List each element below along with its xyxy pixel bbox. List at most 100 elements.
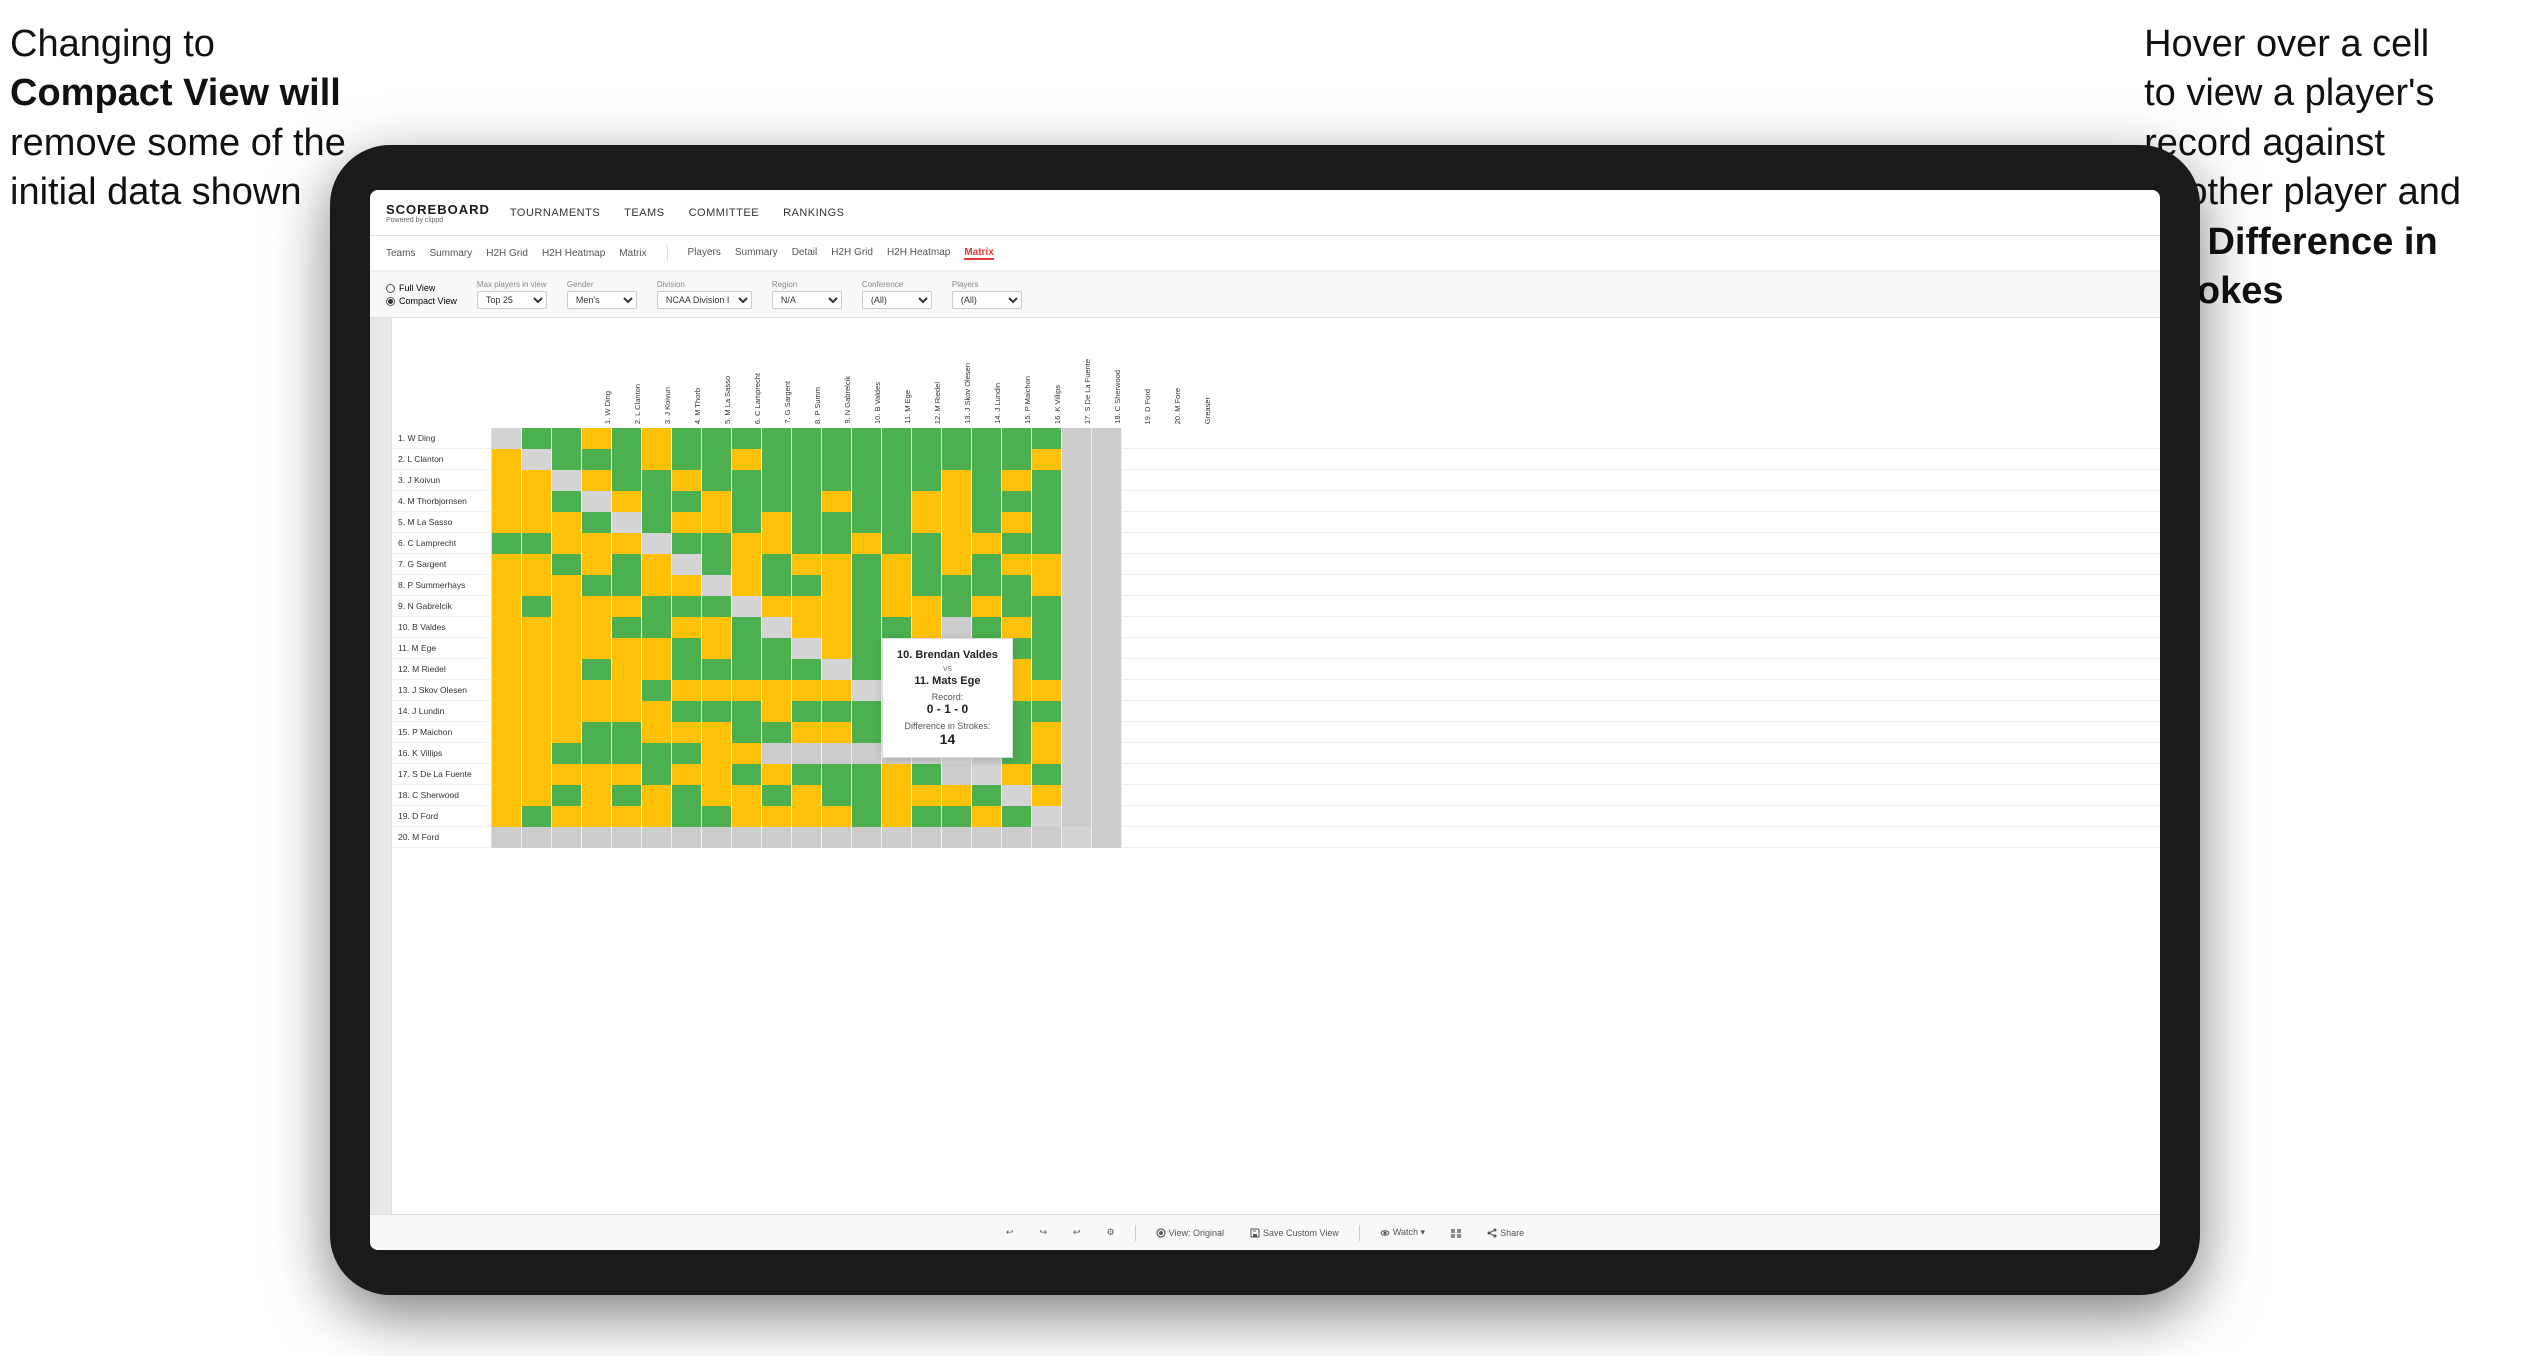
grid-cell[interactable] bbox=[912, 533, 942, 554]
grid-cell[interactable] bbox=[882, 827, 912, 848]
grid-cell[interactable] bbox=[852, 722, 882, 743]
grid-cell[interactable] bbox=[852, 638, 882, 659]
grid-cell[interactable] bbox=[672, 617, 702, 638]
grid-cell[interactable] bbox=[942, 512, 972, 533]
grid-cell[interactable] bbox=[942, 428, 972, 449]
grid-cell[interactable] bbox=[1032, 428, 1062, 449]
grid-cell[interactable] bbox=[582, 491, 612, 512]
grid-cell[interactable] bbox=[582, 449, 612, 470]
redo-right-button[interactable]: ↩ bbox=[1067, 1224, 1087, 1241]
grid-cell[interactable] bbox=[882, 764, 912, 785]
grid-cell[interactable] bbox=[792, 680, 822, 701]
grid-cell[interactable] bbox=[582, 638, 612, 659]
grid-cell[interactable] bbox=[912, 575, 942, 596]
tab-h2h-heatmap2[interactable]: H2H Heatmap bbox=[887, 247, 950, 258]
grid-cell[interactable] bbox=[492, 701, 522, 722]
grid-cell[interactable] bbox=[642, 764, 672, 785]
grid-cell[interactable] bbox=[492, 638, 522, 659]
full-view-radio[interactable]: Full View bbox=[386, 283, 457, 293]
grid-cell[interactable] bbox=[972, 596, 1002, 617]
grid-cell[interactable] bbox=[582, 743, 612, 764]
grid-cell[interactable] bbox=[522, 428, 552, 449]
nav-rankings[interactable]: RANKINGS bbox=[783, 207, 844, 219]
grid-cell[interactable] bbox=[732, 512, 762, 533]
grid-cell[interactable] bbox=[672, 428, 702, 449]
grid-cell[interactable] bbox=[702, 575, 732, 596]
grid-cell[interactable] bbox=[672, 470, 702, 491]
grid-cell[interactable] bbox=[612, 722, 642, 743]
grid-cell[interactable] bbox=[1062, 680, 1092, 701]
grid-cell[interactable] bbox=[942, 764, 972, 785]
grid-cell[interactable] bbox=[612, 428, 642, 449]
grid-cell[interactable] bbox=[612, 785, 642, 806]
grid-cell[interactable] bbox=[1062, 428, 1092, 449]
grid-cell[interactable] bbox=[762, 533, 792, 554]
grid-cell[interactable] bbox=[672, 533, 702, 554]
grid-cell[interactable] bbox=[492, 617, 522, 638]
grid-cell[interactable] bbox=[642, 827, 672, 848]
grid-cell[interactable] bbox=[762, 743, 792, 764]
grid-cell[interactable] bbox=[972, 806, 1002, 827]
grid-cell[interactable] bbox=[852, 512, 882, 533]
grid-cell[interactable] bbox=[912, 428, 942, 449]
grid-cell[interactable] bbox=[612, 596, 642, 617]
grid-cell[interactable] bbox=[1002, 575, 1032, 596]
grid-cell[interactable] bbox=[612, 575, 642, 596]
grid-cell[interactable] bbox=[822, 701, 852, 722]
grid-cell[interactable] bbox=[492, 575, 522, 596]
grid-cell[interactable] bbox=[1092, 617, 1122, 638]
grid-cell[interactable] bbox=[732, 470, 762, 491]
grid-cell[interactable] bbox=[792, 533, 822, 554]
grid-cell[interactable] bbox=[852, 533, 882, 554]
grid-cell[interactable] bbox=[582, 512, 612, 533]
nav-teams[interactable]: TEAMS bbox=[624, 207, 664, 219]
grid-cell[interactable] bbox=[1092, 659, 1122, 680]
grid-cell[interactable] bbox=[1002, 512, 1032, 533]
grid-cell[interactable] bbox=[762, 554, 792, 575]
grid-cell[interactable] bbox=[582, 701, 612, 722]
grid-cell[interactable] bbox=[522, 512, 552, 533]
redo-left-button[interactable]: ↪ bbox=[1033, 1224, 1053, 1241]
grid-cell[interactable] bbox=[522, 617, 552, 638]
region-select[interactable]: N/A bbox=[772, 291, 842, 309]
grid-cell[interactable] bbox=[1062, 638, 1092, 659]
grid-cell[interactable] bbox=[492, 512, 522, 533]
grid-cell[interactable] bbox=[642, 596, 672, 617]
grid-cell[interactable] bbox=[822, 827, 852, 848]
grid-cell[interactable] bbox=[732, 617, 762, 638]
division-select[interactable]: NCAA Division I bbox=[657, 291, 752, 309]
grid-cell[interactable] bbox=[972, 491, 1002, 512]
grid-cell[interactable] bbox=[642, 743, 672, 764]
grid-cell[interactable] bbox=[792, 827, 822, 848]
grid-cell[interactable] bbox=[972, 449, 1002, 470]
grid-cell[interactable] bbox=[1092, 470, 1122, 491]
grid-cell[interactable] bbox=[702, 449, 732, 470]
grid-cell[interactable] bbox=[972, 554, 1002, 575]
grid-cell[interactable] bbox=[582, 764, 612, 785]
grid-cell[interactable] bbox=[852, 449, 882, 470]
grid-cell[interactable] bbox=[522, 764, 552, 785]
grid-cell[interactable] bbox=[792, 554, 822, 575]
grid-cell[interactable] bbox=[852, 596, 882, 617]
grid-cell[interactable] bbox=[1062, 575, 1092, 596]
grid-cell[interactable] bbox=[822, 428, 852, 449]
grid-cell[interactable] bbox=[582, 722, 612, 743]
grid-cell[interactable] bbox=[732, 491, 762, 512]
undo-button[interactable]: ↩ bbox=[1000, 1224, 1020, 1241]
grid-cell[interactable] bbox=[1062, 554, 1092, 575]
grid-cell[interactable] bbox=[942, 596, 972, 617]
grid-cell[interactable] bbox=[822, 617, 852, 638]
grid-cell[interactable] bbox=[762, 596, 792, 617]
grid-cell[interactable] bbox=[882, 806, 912, 827]
gender-select[interactable]: Men's bbox=[567, 291, 637, 309]
grid-cell[interactable] bbox=[702, 533, 732, 554]
grid-cell[interactable] bbox=[822, 806, 852, 827]
grid-cell[interactable] bbox=[1032, 596, 1062, 617]
grid-cell[interactable] bbox=[492, 722, 522, 743]
grid-cell[interactable] bbox=[1032, 449, 1062, 470]
grid-cell[interactable] bbox=[612, 554, 642, 575]
grid-cell[interactable] bbox=[1032, 575, 1062, 596]
grid-cell[interactable] bbox=[852, 806, 882, 827]
grid-cell[interactable] bbox=[552, 533, 582, 554]
grid-cell[interactable] bbox=[1062, 512, 1092, 533]
